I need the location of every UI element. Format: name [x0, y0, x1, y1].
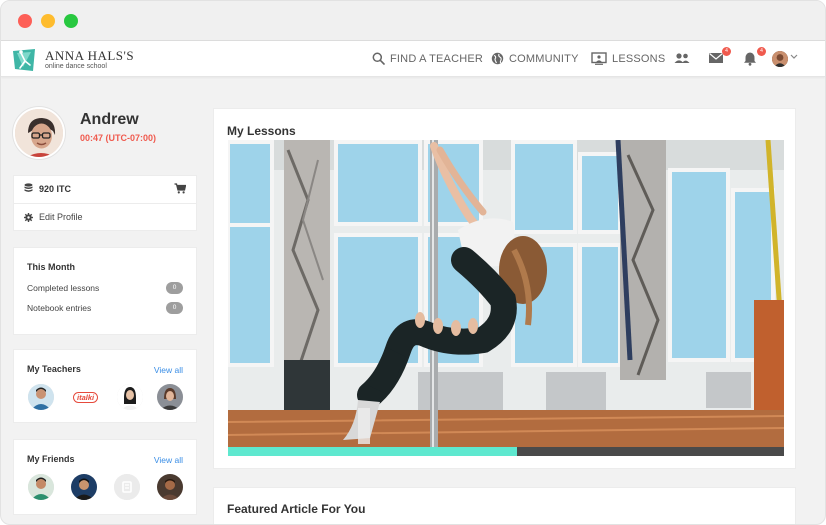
lesson-video-thumbnail	[228, 140, 784, 447]
this-month-title: This Month	[27, 262, 75, 272]
bell-icon	[744, 52, 756, 66]
friend-avatar[interactable]	[157, 474, 183, 500]
coins-icon	[24, 183, 33, 192]
nav-community-label: COMMUNITY	[509, 52, 579, 65]
lesson-video-player[interactable]	[228, 140, 784, 447]
teachers-view-all-link[interactable]: View all	[154, 365, 183, 375]
my-friends-title: My Friends	[27, 454, 75, 464]
notebook-entries-count: 0	[166, 302, 183, 314]
nav-community[interactable]: COMMUNITY	[491, 52, 579, 65]
profile-photo	[15, 109, 63, 157]
featured-article-title: Featured Article For You	[227, 502, 366, 516]
profile-local-time: 00:47 (UTC-07:00)	[80, 133, 157, 143]
notifications-badge: 4	[757, 47, 766, 56]
gear-icon	[24, 212, 33, 222]
avatar-image	[772, 51, 788, 67]
brand-logo-icon[interactable]	[11, 47, 37, 73]
friend-avatar[interactable]	[71, 474, 97, 500]
people-icon[interactable]	[673, 51, 691, 67]
video-progress-bar[interactable]	[228, 447, 784, 456]
itc-balance-label: 920 ITC	[39, 183, 72, 194]
nav-lessons[interactable]: LESSONS	[591, 52, 665, 65]
featured-article-card: Featured Article For You	[213, 487, 796, 524]
globe-icon	[491, 52, 504, 65]
italki-teacher-logo[interactable]: italki	[73, 392, 99, 403]
my-teachers-card: My Teachers View all italki	[13, 349, 197, 423]
notebook-entries-label: Notebook entries	[27, 303, 92, 313]
nav-find-teacher[interactable]: FIND A TEACHER	[372, 52, 483, 65]
profile-avatar[interactable]	[13, 107, 65, 159]
minimize-window-button[interactable]	[41, 14, 55, 28]
itc-balance[interactable]: 920 ITC	[24, 183, 71, 194]
search-icon	[372, 52, 385, 65]
chevron-down-icon[interactable]	[790, 54, 798, 60]
maximize-window-button[interactable]	[64, 14, 78, 28]
close-window-button[interactable]	[18, 14, 32, 28]
teacher-avatar[interactable]	[157, 384, 183, 410]
notifications-button[interactable]: 4	[743, 47, 766, 67]
lessons-icon	[591, 52, 607, 65]
teacher-avatar[interactable]	[28, 384, 54, 410]
nav-find-teacher-label: FIND A TEACHER	[390, 52, 484, 65]
my-lessons-card: My Lessons	[213, 108, 796, 469]
my-friends-card: My Friends View all	[13, 439, 197, 515]
completed-lessons-count: 0	[166, 282, 183, 294]
video-progress-fill	[228, 447, 518, 456]
profile-name: Andrew	[80, 111, 139, 128]
app-window: ANNA HALS'S online dance school FIND A T…	[0, 0, 826, 525]
messages-button[interactable]: 4	[708, 47, 731, 67]
teacher-avatar[interactable]	[117, 384, 143, 410]
edit-profile-link[interactable]: Edit Profile	[24, 212, 83, 222]
my-teachers-title: My Teachers	[27, 364, 81, 374]
divider	[14, 203, 196, 204]
window-titlebar	[1, 1, 825, 41]
wallet-card: 920 ITC Edit Profile	[13, 175, 197, 231]
edit-profile-label: Edit Profile	[39, 212, 83, 222]
messages-badge: 4	[722, 47, 731, 56]
account-avatar[interactable]	[772, 51, 788, 67]
top-navbar: ANNA HALS'S online dance school FIND A T…	[1, 41, 825, 77]
brand-name[interactable]: ANNA HALS'S	[45, 48, 134, 64]
friend-avatar-placeholder[interactable]	[114, 474, 140, 500]
nav-lessons-label: LESSONS	[612, 52, 666, 65]
cart-icon[interactable]	[174, 183, 186, 194]
friends-view-all-link[interactable]: View all	[154, 455, 183, 465]
brand-tagline: online dance school	[45, 63, 107, 70]
this-month-card: This Month Completed lessons 0 Notebook …	[13, 247, 197, 335]
friend-avatar[interactable]	[28, 474, 54, 500]
my-lessons-title: My Lessons	[227, 124, 296, 138]
completed-lessons-label: Completed lessons	[27, 283, 100, 293]
